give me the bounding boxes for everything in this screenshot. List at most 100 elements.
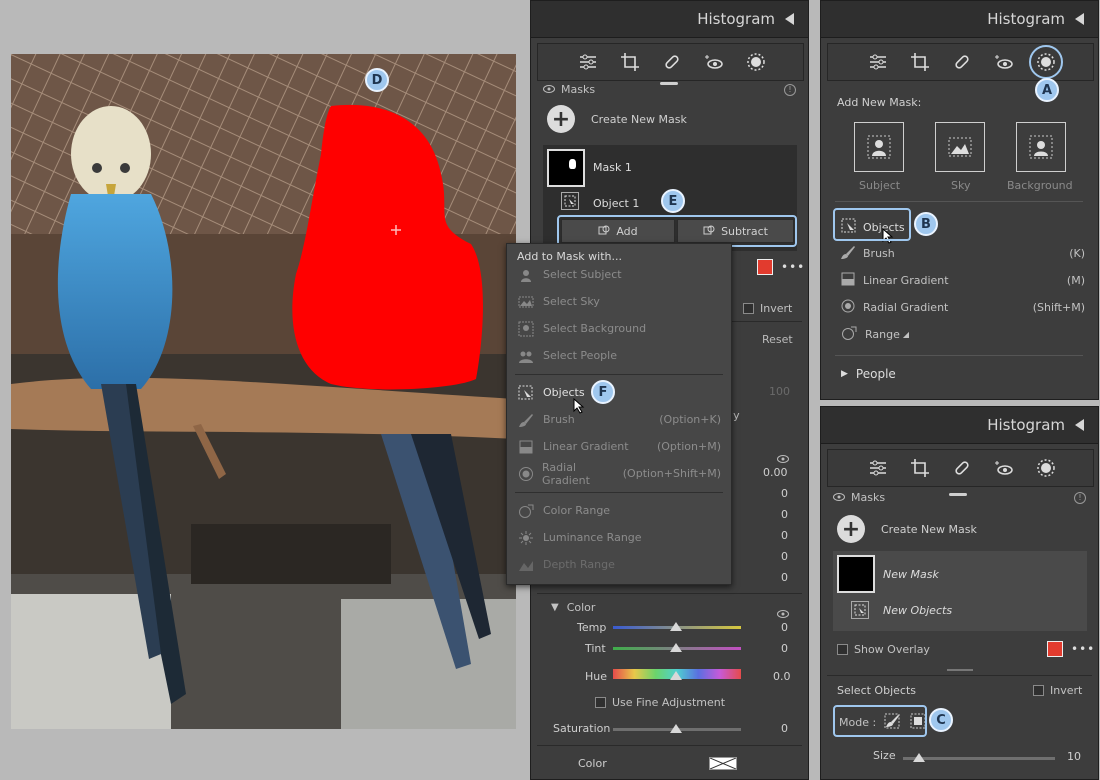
menu-item-select-background[interactable]: Select Background [517, 315, 721, 342]
overlay-color-swatch[interactable] [757, 259, 773, 275]
sky-tile[interactable] [935, 122, 985, 172]
edit-sliders-icon[interactable] [570, 47, 606, 77]
more-options-icon[interactable]: ••• [1071, 642, 1095, 656]
red-eye-icon[interactable] [986, 47, 1022, 77]
hue-slider-thumb[interactable] [670, 671, 682, 680]
show-overlay-label: Show Overlay [854, 643, 930, 656]
drag-handle-3[interactable] [949, 493, 967, 496]
overlay-color-swatch-3[interactable] [1047, 641, 1063, 657]
histogram-title-2: Histogram [987, 10, 1065, 28]
healing-icon[interactable] [944, 453, 980, 483]
more-options-icon[interactable]: ••• [781, 260, 805, 274]
mode-highlight [833, 705, 927, 737]
saturation-slider-thumb[interactable] [670, 724, 682, 733]
amount-value: 100 [769, 385, 790, 398]
sky-icon [948, 137, 972, 157]
menu-item-color-range[interactable]: Color Range [517, 497, 721, 524]
objects-icon [561, 192, 579, 210]
brush-option[interactable]: Brush (K) [841, 245, 1085, 262]
red-eye-icon[interactable] [986, 453, 1022, 483]
eye-icon[interactable] [543, 83, 555, 96]
menu-item-luminance-range[interactable]: Luminance Range [517, 524, 721, 551]
range-option[interactable]: Range ◢ [841, 325, 909, 344]
fine-adjustment-label: Use Fine Adjustment [612, 696, 726, 709]
healing-icon[interactable] [944, 47, 980, 77]
subject-tile[interactable] [854, 122, 904, 172]
linear-gradient-option[interactable]: Linear Gradient (M) [841, 272, 1085, 289]
menu-item-select-sky[interactable]: Select Sky [517, 288, 721, 315]
people-section[interactable]: ▶ People [841, 367, 896, 381]
tint-slider-thumb[interactable] [670, 643, 682, 652]
masking-icon[interactable] [1028, 453, 1064, 483]
fine-adjustment-row[interactable]: Use Fine Adjustment [595, 696, 725, 709]
brush-icon [841, 245, 855, 262]
crop-icon[interactable] [902, 47, 938, 77]
show-overlay-checkbox[interactable] [837, 644, 848, 655]
invert-checkbox-row-3[interactable]: Invert [1033, 684, 1082, 697]
crop-icon[interactable] [902, 453, 938, 483]
menu-item-select-subject[interactable]: Select Subject [517, 261, 721, 288]
callout-f: F [591, 380, 615, 404]
drag-handle[interactable] [660, 82, 678, 85]
temp-slider-thumb[interactable] [670, 622, 682, 631]
new-mask-list: New Mask New Objects [833, 551, 1087, 631]
shadows-value: 0 [781, 529, 788, 542]
eye-icon[interactable] [833, 491, 845, 504]
histogram-header[interactable]: Histogram [531, 1, 808, 38]
new-objects-label[interactable]: New Objects [883, 604, 952, 617]
masking-icon[interactable] [738, 47, 774, 77]
edit-sliders-icon[interactable] [860, 47, 896, 77]
healing-icon[interactable] [654, 47, 690, 77]
callout-c: C [929, 708, 953, 732]
subject-tile-label: Subject [859, 179, 901, 192]
color-eye-icon[interactable] [777, 603, 789, 622]
collapse-left-icon[interactable] [785, 13, 794, 25]
background-tile[interactable] [1016, 122, 1066, 172]
invert-checkbox-3[interactable] [1033, 685, 1044, 696]
size-slider[interactable] [903, 757, 1055, 760]
invert-checkbox-row[interactable]: Invert [743, 302, 792, 315]
photo-canvas[interactable]: D [11, 54, 516, 729]
red-eye-icon[interactable] [696, 47, 732, 77]
edit-sliders-icon[interactable] [860, 453, 896, 483]
tool-strip [537, 43, 804, 85]
collapse-left-icon-2[interactable] [1075, 13, 1084, 25]
tint-value: 0 [781, 642, 788, 655]
invert-label: Invert [760, 302, 793, 315]
invert-checkbox[interactable] [743, 303, 754, 314]
brush-icon [517, 411, 535, 429]
menu-item-radial-gradient[interactable]: Radial Gradient (Option+Shift+M) [517, 460, 721, 487]
crop-icon[interactable] [612, 47, 648, 77]
new-mask-panel: Histogram Masks ! + Create New Mask New … [820, 406, 1099, 780]
mask1-label[interactable]: Mask 1 [593, 161, 632, 174]
create-new-mask-button-3[interactable]: + Create New Mask [837, 515, 977, 543]
fine-adjustment-checkbox[interactable] [595, 697, 606, 708]
create-new-mask-label: Create New Mask [591, 112, 687, 126]
menu-item-select-people[interactable]: Select People [517, 342, 721, 369]
object1-label[interactable]: Object 1 [593, 197, 639, 210]
show-overlay-row[interactable]: Show Overlay [837, 643, 930, 656]
histogram-header-3[interactable]: Histogram [821, 407, 1098, 444]
add-new-mask-label: Add New Mask: [837, 96, 922, 109]
menu-item-linear-gradient[interactable]: Linear Gradient (Option+M) [517, 433, 721, 460]
help-icon[interactable]: ! [784, 84, 796, 96]
help-icon[interactable]: ! [1074, 492, 1086, 504]
expand-triangle-icon[interactable]: ▶ [841, 369, 848, 379]
reset-button[interactable]: Reset [762, 333, 793, 346]
color-swatch-none[interactable] [709, 757, 737, 770]
mask1-thumbnail[interactable] [547, 149, 585, 187]
create-new-mask-button[interactable]: + Create New Mask [547, 105, 687, 133]
new-mask-thumbnail[interactable] [837, 555, 875, 593]
histogram-header-2[interactable]: Histogram [821, 1, 1098, 38]
color-section-header[interactable]: ▼ Color [551, 601, 595, 614]
visibility-eye-icon[interactable] [777, 448, 789, 467]
size-slider-thumb[interactable] [913, 753, 925, 762]
menu-item-brush[interactable]: Brush (Option+K) [517, 406, 721, 433]
menu-item-objects[interactable]: Objects [517, 379, 721, 406]
masks-label: Masks [561, 83, 596, 96]
radial-gradient-option[interactable]: Radial Gradient (Shift+M) [841, 299, 1085, 316]
new-mask-label[interactable]: New Mask [883, 568, 939, 581]
size-value: 10 [1067, 750, 1081, 763]
collapse-left-icon-3[interactable] [1075, 419, 1084, 431]
collapse-triangle-icon[interactable]: ▼ [551, 602, 559, 613]
